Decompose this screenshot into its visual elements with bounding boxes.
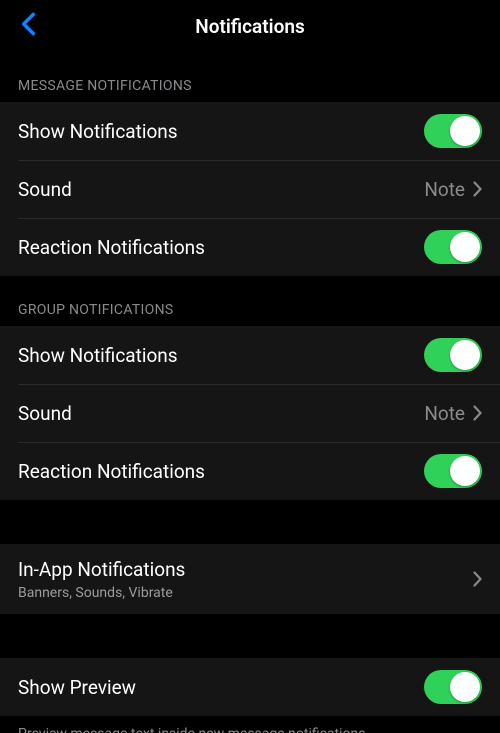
- row-label: Sound: [18, 178, 424, 201]
- section-preview: Show Preview: [0, 658, 500, 716]
- section-gap: [0, 614, 500, 658]
- section-message: Show Notifications Sound Note Reaction N…: [0, 102, 500, 276]
- section-gap: [0, 500, 500, 544]
- row-message-sound[interactable]: Sound Note: [0, 160, 500, 218]
- row-label: Sound: [18, 402, 424, 425]
- row-label: Reaction Notifications: [18, 460, 424, 483]
- row-message-show-notifications[interactable]: Show Notifications: [0, 102, 500, 160]
- back-button[interactable]: [12, 10, 44, 42]
- section-inapp: In-App Notifications Banners, Sounds, Vi…: [0, 544, 500, 614]
- row-label: Show Notifications: [18, 120, 424, 143]
- row-sublabel: Banners, Sounds, Vibrate: [18, 585, 473, 601]
- row-label: Reaction Notifications: [18, 236, 424, 259]
- toggle-group-reaction[interactable]: [424, 454, 482, 488]
- toggle-message-reaction[interactable]: [424, 230, 482, 264]
- header-bar: Notifications: [0, 0, 500, 52]
- chevron-right-icon: [473, 571, 482, 587]
- row-show-preview[interactable]: Show Preview: [0, 658, 500, 716]
- toggle-show-preview[interactable]: [424, 670, 482, 704]
- row-label: In-App Notifications: [18, 558, 473, 581]
- row-inapp-notifications[interactable]: In-App Notifications Banners, Sounds, Vi…: [0, 544, 500, 614]
- row-group-show-notifications[interactable]: Show Notifications: [0, 326, 500, 384]
- toggle-message-show-notifications[interactable]: [424, 114, 482, 148]
- row-group-sound[interactable]: Sound Note: [0, 384, 500, 442]
- row-message-reaction[interactable]: Reaction Notifications: [0, 218, 500, 276]
- row-group-reaction[interactable]: Reaction Notifications: [0, 442, 500, 500]
- section-header-group: GROUP NOTIFICATIONS: [0, 276, 500, 326]
- section-group: Show Notifications Sound Note Reaction N…: [0, 326, 500, 500]
- chevron-right-icon: [473, 181, 482, 197]
- section-header-message: MESSAGE NOTIFICATIONS: [0, 52, 500, 102]
- chevron-right-icon: [473, 405, 482, 421]
- toggle-group-show-notifications[interactable]: [424, 338, 482, 372]
- page-title: Notifications: [195, 15, 304, 38]
- row-label: Show Preview: [18, 676, 424, 699]
- section-footer-preview: Preview message text inside new message …: [0, 716, 500, 733]
- row-label: Show Notifications: [18, 344, 424, 367]
- row-value: Note: [424, 402, 465, 425]
- row-value: Note: [424, 178, 465, 201]
- chevron-left-icon: [21, 12, 36, 40]
